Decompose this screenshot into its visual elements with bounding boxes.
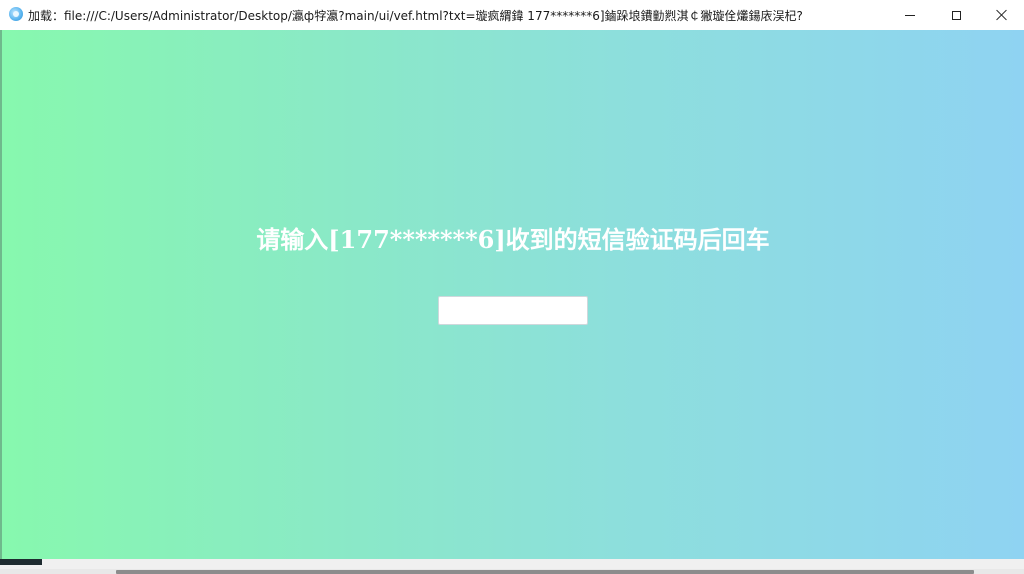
sms-code-input[interactable] bbox=[438, 296, 588, 325]
close-button[interactable] bbox=[979, 0, 1024, 30]
title-bar[interactable]: 加载：file:///C:/Users/Administrator/Deskto… bbox=[0, 0, 1024, 30]
minimize-button[interactable] bbox=[887, 0, 933, 30]
page-content: 请输入[177*******6]收到的短信验证码后回车 bbox=[2, 30, 1024, 559]
sms-prompt: 请输入[177*******6]收到的短信验证码后回车 bbox=[2, 223, 1024, 256]
maximize-button[interactable] bbox=[933, 0, 979, 30]
maximize-icon bbox=[951, 10, 961, 20]
horizontal-scrollbar-thumb[interactable] bbox=[116, 570, 974, 574]
window-title: 加载：file:///C:/Users/Administrator/Deskto… bbox=[28, 9, 803, 23]
app-globe-icon bbox=[9, 7, 23, 21]
close-icon bbox=[996, 9, 1008, 21]
app-window: 加载：file:///C:/Users/Administrator/Deskto… bbox=[0, 0, 1024, 574]
window-bottom-corner bbox=[0, 559, 42, 565]
minimize-icon bbox=[905, 14, 915, 16]
sms-prompt-text: 请输入[177*******6]收到的短信验证码后回车 bbox=[256, 225, 770, 254]
